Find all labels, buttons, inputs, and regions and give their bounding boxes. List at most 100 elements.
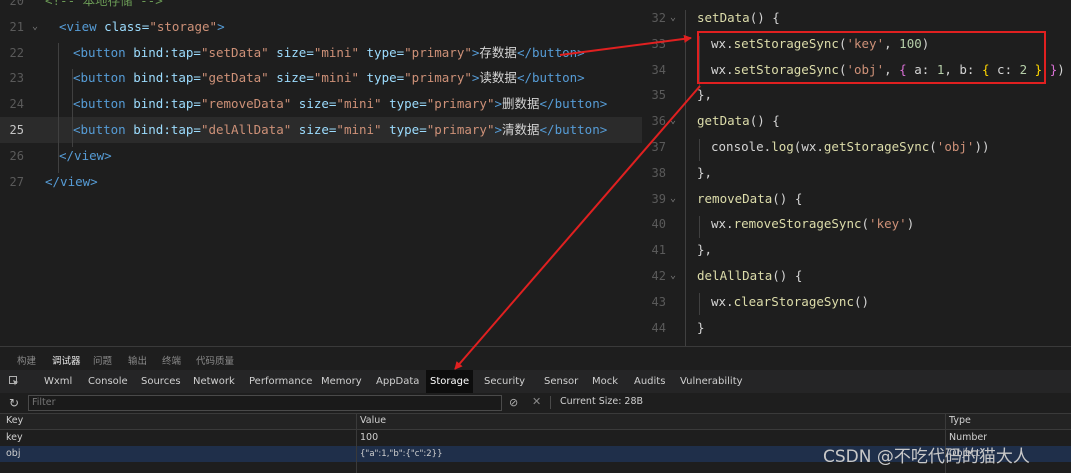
code-token: </button>	[539, 96, 608, 112]
code-text: }	[697, 315, 705, 341]
code-line[interactable]: 20 <!-- 本地存储 -->	[0, 0, 642, 14]
indent-guide	[699, 216, 700, 238]
top-tab[interactable]: 代码质量	[196, 353, 234, 367]
code-line[interactable]: 43 wx.clearStorageSync()	[642, 289, 1071, 315]
row-key: key	[6, 432, 23, 443]
code-line[interactable]: 32 setData() {⌄	[642, 5, 1071, 31]
code-token: 清数据	[502, 122, 540, 137]
column-divider[interactable]	[356, 414, 357, 473]
tab-sources[interactable]: Sources	[137, 370, 185, 393]
code-text: delAllData() {	[697, 263, 802, 289]
fold-chevron-icon[interactable]: ⌄	[32, 14, 38, 40]
devtools-sub-tabs: Wxml Console Sources Network Performance Memo…	[0, 370, 1071, 394]
line-number: 20	[9, 0, 24, 8]
code-line[interactable]: 37 console.log(wx.getStorageSync('obj'))	[642, 134, 1071, 160]
code-line[interactable]: 26 </view>	[0, 143, 642, 169]
code-line[interactable]: 42 delAllData() {⌄	[642, 263, 1071, 289]
top-tab[interactable]: 调试器	[52, 353, 81, 367]
code-line[interactable]: 24 <button bind:tap="removeData" size="mi…	[0, 91, 642, 117]
code-line[interactable]: 35},	[642, 82, 1071, 108]
watermark: CSDN @不吃代码的猫大人	[823, 447, 1030, 467]
line-number: 27	[9, 174, 24, 189]
block-icon[interactable]: ⊘	[509, 396, 518, 409]
indent-guide	[699, 293, 700, 315]
code-token: console.	[711, 139, 772, 154]
refresh-icon[interactable]: ↻	[9, 396, 19, 410]
tab-console[interactable]: Console	[84, 370, 132, 393]
tab-vulnerability[interactable]: Vulnerability	[676, 370, 747, 393]
code-line[interactable]: 40 wx.removeStorageSync('key')	[642, 211, 1071, 237]
indent-guide	[58, 43, 59, 173]
tab-security[interactable]: Security	[480, 370, 529, 393]
code-token: "primary"	[426, 96, 495, 112]
line-number: 38	[651, 165, 666, 180]
code-text: wx.removeStorageSync('key')	[711, 211, 914, 237]
header-type[interactable]: Type	[943, 413, 971, 429]
header-key[interactable]: Key	[0, 413, 23, 429]
code-line[interactable]: 27 </view>	[0, 169, 642, 195]
code-token: "primary"	[404, 44, 472, 60]
code-token: <	[73, 44, 81, 60]
code-token: </view>	[45, 173, 98, 189]
code-line[interactable]: 38},	[642, 160, 1071, 186]
code-line[interactable]: 23 <button bind:tap="getData" size="mini"…	[0, 65, 642, 91]
code-text: </view>	[59, 143, 112, 169]
code-text: <button bind:tap="setData" size="mini" t…	[73, 40, 585, 66]
tab-wxml[interactable]: Wxml	[40, 370, 76, 393]
code-line[interactable]: 39 removeData() {⌄	[642, 186, 1071, 212]
top-tab[interactable]: 问题	[93, 353, 112, 367]
code-text: <button bind:tap="delAllData" size="mini…	[73, 117, 607, 143]
tab-performance[interactable]: Performance	[245, 370, 316, 393]
code-line[interactable]: 22 <button bind:tap="setData" size="mini"…	[0, 40, 642, 66]
code-token: bind:tap=	[125, 96, 201, 112]
header-value[interactable]: Value	[354, 413, 386, 429]
code-token: delAllData	[697, 268, 773, 283]
code-token: bind:tap=	[125, 122, 201, 137]
code-text: <view class="storage">	[59, 14, 225, 40]
inspect-icon[interactable]	[9, 376, 19, 386]
code-line[interactable]: 25 <button bind:tap="delAllData" size="mi…	[0, 117, 642, 143]
code-text: },	[697, 237, 712, 263]
tab-storage[interactable]: Storage	[426, 370, 474, 393]
devtools-top-tabs: 构建 调试器 问题 输出 终端 代码质量	[0, 346, 1071, 371]
code-token: button	[80, 122, 126, 137]
code-text: removeData() {	[697, 186, 802, 212]
code-token: (	[929, 139, 937, 154]
indent-guide	[685, 10, 686, 346]
code-line[interactable]: 41},	[642, 237, 1071, 263]
fold-chevron-icon[interactable]: ⌄	[670, 263, 676, 289]
tab-audits[interactable]: Audits	[630, 370, 669, 393]
fold-chevron-icon[interactable]: ⌄	[670, 5, 676, 31]
code-token: },	[697, 242, 713, 258]
code-token: type=	[381, 122, 427, 137]
tab-sensor[interactable]: Sensor	[540, 370, 582, 393]
code-token: >	[217, 18, 225, 34]
code-line[interactable]: 36 getData() {⌄	[642, 108, 1071, 134]
code-line[interactable]: 44}	[642, 315, 1071, 341]
line-number: 44	[651, 320, 666, 335]
line-number: 35	[651, 88, 666, 103]
fold-chevron-icon[interactable]: ⌄	[670, 186, 676, 212]
tab-memory[interactable]: Memory	[317, 370, 366, 393]
tab-network[interactable]: Network	[189, 370, 239, 393]
code-token: size=	[268, 44, 314, 60]
code-token: },	[697, 87, 713, 103]
code-token: </button>	[516, 44, 585, 60]
top-tab[interactable]: 输出	[128, 353, 147, 367]
wxml-editor[interactable]: 20 <!-- 本地存储 --> 21 <view class="storage"> ⌄…	[0, 0, 642, 346]
code-line[interactable]: 21 <view class="storage"> ⌄	[0, 14, 642, 40]
line-number: 41	[651, 243, 666, 258]
clear-icon[interactable]: ✕	[532, 395, 541, 408]
filter-input[interactable]	[28, 395, 502, 411]
code-token: >	[494, 96, 502, 112]
indent-guide	[699, 139, 700, 161]
code-token: "primary"	[404, 70, 472, 86]
tab-mock[interactable]: Mock	[588, 370, 622, 393]
tab-appdata[interactable]: AppData	[372, 370, 423, 393]
top-tab[interactable]: 构建	[17, 353, 36, 367]
fold-chevron-icon[interactable]: ⌄	[670, 108, 676, 134]
top-tab[interactable]: 终端	[162, 353, 181, 367]
code-token: removeData	[697, 190, 773, 206]
line-number: 32	[651, 11, 666, 25]
code-token: "removeData"	[200, 96, 292, 112]
